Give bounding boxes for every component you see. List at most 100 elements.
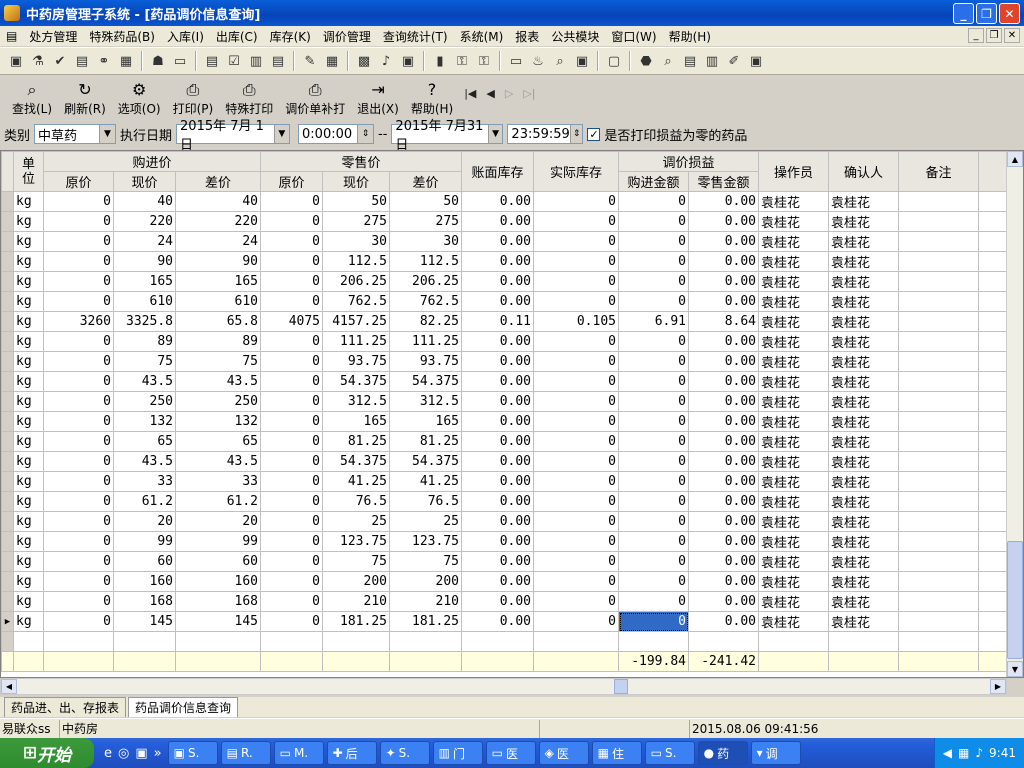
table-cell[interactable]: 8.64: [688, 311, 759, 332]
table-cell[interactable]: 181.25: [389, 611, 462, 632]
toolbar-button-icon[interactable]: ▭: [506, 51, 526, 71]
table-cell[interactable]: 袁桂花: [828, 511, 899, 532]
table-cell[interactable]: 0: [533, 591, 619, 612]
toolbar-button-4[interactable]: ⎙ 特殊打印: [219, 80, 279, 120]
table-row[interactable]: kg 0 20 20 0 25 25 0.00 0 0 0.00 袁桂花 袁桂花: [1, 511, 1007, 532]
table-cell[interactable]: 袁桂花: [828, 551, 899, 572]
table-cell[interactable]: 0: [618, 471, 689, 492]
table-cell[interactable]: 0: [260, 511, 323, 532]
table-cell[interactable]: kg: [13, 551, 44, 572]
toolbar-button-1[interactable]: ↻ 刷新(R): [58, 80, 112, 120]
table-cell[interactable]: 40: [175, 191, 261, 212]
table-cell[interactable]: 0.00: [688, 591, 759, 612]
table-cell[interactable]: kg: [13, 451, 44, 472]
network-icon[interactable]: ▦: [958, 746, 969, 760]
table-cell[interactable]: 0: [533, 371, 619, 392]
scroll-left-icon[interactable]: ◀: [1, 679, 17, 694]
toolbar-button-icon[interactable]: ⌕: [658, 51, 678, 71]
table-cell[interactable]: 0: [618, 351, 689, 372]
toolbar-button-icon[interactable]: ▣: [572, 51, 592, 71]
table-cell[interactable]: 袁桂花: [828, 431, 899, 452]
table-cell[interactable]: 袁桂花: [828, 291, 899, 312]
table-cell[interactable]: 0.00: [461, 451, 534, 472]
table-row[interactable]: kg 0 40 40 0 50 50 0.00 0 0 0.00 袁桂花 袁桂花: [1, 191, 1007, 212]
tab-price-adjust-query[interactable]: 药品调价信息查询: [128, 697, 239, 717]
toolbar-button-icon[interactable]: ▤: [680, 51, 700, 71]
menu-item-9[interactable]: 公共模块: [545, 28, 605, 45]
table-cell[interactable]: [898, 611, 979, 632]
row-indicator[interactable]: [1, 511, 14, 532]
end-date-picker[interactable]: 2015年 7月31日 ▼: [391, 119, 504, 153]
table-cell[interactable]: 0: [618, 271, 689, 292]
start-time-input[interactable]: 0:00:00 ⇕: [298, 124, 375, 144]
table-cell[interactable]: 33: [175, 471, 261, 492]
table-cell[interactable]: 袁桂花: [758, 351, 829, 372]
table-cell[interactable]: [898, 391, 979, 412]
row-indicator[interactable]: [1, 451, 14, 472]
table-cell[interactable]: 袁桂花: [828, 611, 899, 632]
menu-item-10[interactable]: 窗口(W): [605, 28, 662, 45]
table-cell[interactable]: 168: [113, 591, 176, 612]
row-indicator[interactable]: [1, 471, 14, 492]
menu-item-4[interactable]: 库存(K): [264, 28, 317, 45]
table-cell[interactable]: 袁桂花: [758, 251, 829, 272]
table-cell[interactable]: kg: [13, 251, 44, 272]
table-cell[interactable]: 145: [175, 611, 261, 632]
table-cell[interactable]: 206.25: [322, 271, 390, 292]
toolbar-button-icon[interactable]: ⚭: [94, 51, 114, 71]
table-cell[interactable]: 76.5: [322, 491, 390, 512]
table-cell[interactable]: 4075: [260, 311, 323, 332]
table-cell[interactable]: 30: [322, 231, 390, 252]
header-retail-now[interactable]: 现价: [322, 171, 390, 192]
table-cell[interactable]: 762.5: [389, 291, 462, 312]
menu-item-6[interactable]: 查询统计(T): [377, 28, 454, 45]
next-record-icon[interactable]: ▷: [505, 87, 513, 100]
table-cell[interactable]: 0: [43, 611, 114, 632]
table-cell[interactable]: [898, 411, 979, 432]
table-cell[interactable]: 袁桂花: [758, 371, 829, 392]
table-cell[interactable]: 0: [43, 271, 114, 292]
table-row[interactable]: kg 0 61.2 61.2 0 76.5 76.5 0.00 0 0 0.00 袁桂花 袁桂花: [1, 491, 1007, 512]
table-cell[interactable]: 210: [322, 591, 390, 612]
toolbar-button-6[interactable]: ⇥ 退出(X): [351, 80, 405, 120]
table-cell[interactable]: 0.00: [461, 431, 534, 452]
table-cell[interactable]: 0.105: [533, 311, 619, 332]
menu-item-1[interactable]: 特殊药品(B): [83, 28, 161, 45]
table-cell[interactable]: 0.00: [688, 531, 759, 552]
table-cell[interactable]: 袁桂花: [758, 391, 829, 412]
table-row[interactable]: kg 0 132 132 0 165 165 0.00 0 0 0.00 袁桂花 袁桂花: [1, 411, 1007, 432]
row-indicator[interactable]: [1, 391, 14, 412]
table-cell[interactable]: [898, 531, 979, 552]
table-cell[interactable]: 43.5: [113, 371, 176, 392]
table-cell[interactable]: 0.00: [688, 431, 759, 452]
table-cell[interactable]: 0.00: [461, 371, 534, 392]
table-cell[interactable]: 袁桂花: [828, 491, 899, 512]
table-row[interactable]: kg 0 65 65 0 81.25 81.25 0.00 0 0 0.00 袁桂花 袁桂花: [1, 431, 1007, 452]
menu-item-2[interactable]: 入库(I): [161, 28, 210, 45]
table-cell[interactable]: 袁桂花: [828, 271, 899, 292]
header-retail-orig[interactable]: 原价: [260, 171, 323, 192]
toolbar-button-5[interactable]: ⎙ 调价单补打: [279, 80, 351, 120]
table-cell[interactable]: 0.00: [688, 411, 759, 432]
toolbar-button-icon[interactable]: ▣: [746, 51, 766, 71]
table-cell[interactable]: 50: [389, 191, 462, 212]
scroll-thumb[interactable]: [1007, 541, 1023, 659]
table-cell[interactable]: [898, 331, 979, 352]
toolbar-button-2[interactable]: ⚙ 选项(O): [112, 80, 167, 120]
table-cell[interactable]: 0: [533, 571, 619, 592]
table-cell[interactable]: 43.5: [113, 451, 176, 472]
table-cell[interactable]: 0: [260, 391, 323, 412]
toolbar-button-3[interactable]: ⎙ 打印(P): [167, 80, 220, 120]
table-cell[interactable]: 210: [389, 591, 462, 612]
table-cell[interactable]: 0: [618, 291, 689, 312]
row-indicator[interactable]: [1, 231, 14, 252]
table-cell[interactable]: [898, 351, 979, 372]
row-indicator[interactable]: [1, 531, 14, 552]
table-cell[interactable]: 40: [113, 191, 176, 212]
table-cell[interactable]: [898, 471, 979, 492]
table-cell[interactable]: 0: [618, 431, 689, 452]
toolbar-button-icon[interactable]: ▦: [116, 51, 136, 71]
table-cell[interactable]: 75: [175, 351, 261, 372]
table-cell[interactable]: 袁桂花: [828, 311, 899, 332]
table-cell[interactable]: 25: [389, 511, 462, 532]
